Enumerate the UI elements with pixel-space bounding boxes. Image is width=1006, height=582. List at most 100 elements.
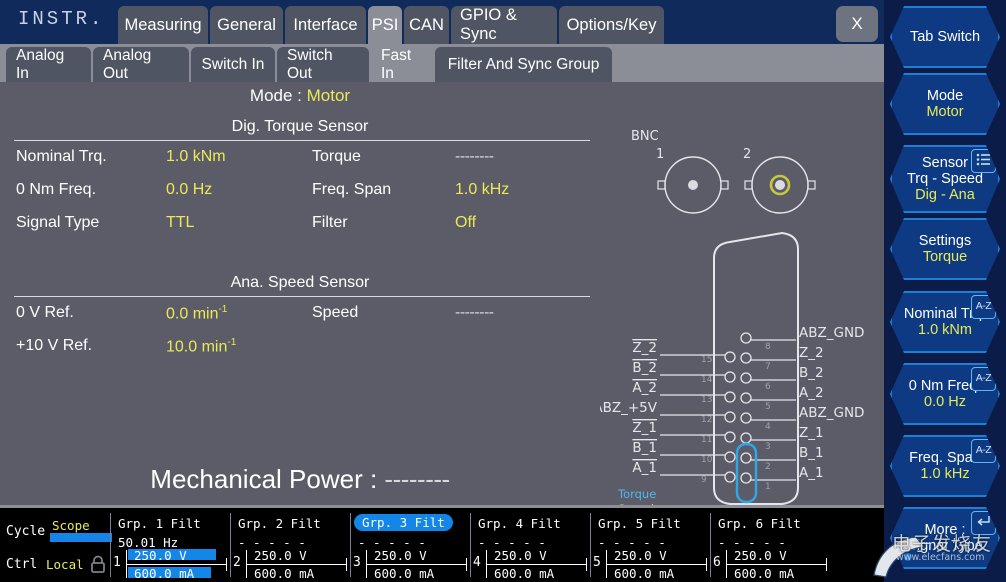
top-tab-bar: INSTR. Measuring General Interface PSI CAN GP… xyxy=(0,0,884,44)
top-tab-options-key[interactable]: Options/Key xyxy=(559,6,664,44)
group-mid-line xyxy=(606,564,706,565)
group-current-1: 600.0 mA xyxy=(134,566,195,581)
speed-row-value[interactable]: 0.0 min-1 xyxy=(166,304,227,323)
lock-icon xyxy=(91,555,105,573)
softkey-settings[interactable]: Settings Torque xyxy=(890,218,1000,280)
top-tab-psi[interactable]: PSI xyxy=(368,6,402,44)
dsub-right-pin-hole-1 xyxy=(740,472,752,484)
cycle-value[interactable]: Scope xyxy=(52,518,90,533)
speed-row-value-number: 10.0 min xyxy=(166,338,228,356)
group-header-2[interactable]: Grp. 2 Filt xyxy=(238,516,321,531)
bnc-port-number-2: 2 xyxy=(743,147,751,162)
mode-value[interactable]: Motor xyxy=(307,86,350,105)
softkey-freq-span[interactable]: Freq. Span 1.0 kHz A-Z xyxy=(890,435,1000,497)
group-current-5: 600.0 mA xyxy=(614,566,675,581)
softkey-title: Tab Switch xyxy=(909,28,981,45)
torque-row-value[interactable]: TTL xyxy=(166,214,194,232)
softkey-value: 1.0 kHz xyxy=(920,466,970,482)
speed-row-value-exponent: -1 xyxy=(227,337,237,348)
application-window: INSTR. Measuring General Interface PSI CAN GP… xyxy=(0,0,1006,582)
speed-row-value-exponent: -1 xyxy=(218,304,228,315)
dsub-right-pin-hole-7 xyxy=(740,352,752,364)
torque-row-label: Nominal Trq. xyxy=(16,148,107,165)
dsub-right-pin-number-5: 5 xyxy=(765,402,771,412)
torque-row-value-2[interactable]: Off xyxy=(455,214,476,232)
speed-row-value-number: 0.0 min xyxy=(166,305,219,323)
torque-row-value[interactable]: 1.0 kNm xyxy=(166,148,226,166)
dsub-left-pin-label-14: B_2 xyxy=(632,360,657,376)
dsub-left-pin-number-11: 11 xyxy=(701,435,712,445)
top-tab-interface[interactable]: Interface xyxy=(285,6,366,44)
sub-tab-switch-out[interactable]: Switch Out xyxy=(277,47,369,82)
dsub-right-pin-hole-3 xyxy=(740,432,752,444)
dsub-right-pin-label-3: Z_1 xyxy=(799,425,824,441)
dsub-left-pin-hole-10 xyxy=(724,451,736,463)
group-header-3[interactable]: Grp. 3 Filt xyxy=(354,514,453,531)
softkey-value: Trq - Speed xyxy=(906,170,984,187)
group-current-6: 600.0 mA xyxy=(734,566,795,581)
group-separator xyxy=(590,513,591,577)
group-number-5: 5 xyxy=(593,555,601,570)
torque-row-label: Signal Type xyxy=(16,214,100,231)
sub-tab-analog-in[interactable]: Analog In xyxy=(6,47,91,82)
top-tab-can[interactable]: CAN xyxy=(404,6,449,44)
sub-tab-fast-in[interactable]: Fast In xyxy=(371,47,433,82)
group-mid-line xyxy=(726,564,826,565)
group-header-6[interactable]: Grp. 6 Filt xyxy=(718,516,801,531)
speed-row-value[interactable]: 10.0 min-1 xyxy=(166,337,236,356)
torque-row-value-2[interactable]: 1.0 kHz xyxy=(455,181,509,199)
enter-key-icon[interactable] xyxy=(971,511,996,535)
top-tab-general[interactable]: General xyxy=(210,6,283,44)
torque-row-label-2: Torque xyxy=(312,148,361,165)
dsub-left-pin-label-12: ABZ_+5V xyxy=(600,400,658,416)
group-header-5[interactable]: Grp. 5 Filt xyxy=(598,516,681,531)
dsub-left-pin-hole-12 xyxy=(724,411,736,423)
softkey-value: Motor xyxy=(926,104,964,120)
group-header-4[interactable]: Grp. 4 Filt xyxy=(478,516,561,531)
dsub-right-pin-hole-5 xyxy=(740,392,752,404)
group-mid-line xyxy=(126,564,226,565)
softkey-0-nm-freq[interactable]: 0 Nm Freq. 0.0 Hz A-Z xyxy=(890,363,1000,425)
alphanumeric-entry-icon[interactable]: A-Z xyxy=(971,367,996,391)
sub-tab-filter-and-sync-group[interactable]: Filter And Sync Group xyxy=(435,47,612,82)
softkey-mode[interactable]: Mode Motor xyxy=(890,73,1000,135)
top-tab-gpio-sync[interactable]: GPIO & Sync xyxy=(451,6,557,44)
group-current-2: 600.0 mA xyxy=(254,566,315,581)
softkey-nominal-trq[interactable]: Nominal Trq. 1.0 kNm A-Z xyxy=(890,291,1000,353)
speed-row-label: 0 V Ref. xyxy=(16,304,74,321)
group-separator xyxy=(230,513,231,577)
cycle-label: Cycle xyxy=(6,524,46,539)
bnc-lug-right-1 xyxy=(720,180,729,190)
softkey-more[interactable]: More : Signal Type xyxy=(890,507,1000,569)
ctrl-value[interactable]: Local xyxy=(46,557,84,572)
softkey-title: Sensor xyxy=(922,154,968,171)
softkey-sensor[interactable]: Sensor Trq - Speed Dig - Ana xyxy=(890,145,1000,213)
sub-tab-switch-in[interactable]: Switch In xyxy=(191,47,275,82)
dsub-left-pin-number-13: 13 xyxy=(701,395,712,405)
alphanumeric-entry-icon[interactable]: A-Z xyxy=(971,439,996,463)
group-number-2: 2 xyxy=(233,555,241,570)
dsub-left-pin-hole-11 xyxy=(724,431,736,443)
group-number-4: 4 xyxy=(473,555,481,570)
dsub-right-pin-number-6: 6 xyxy=(765,382,771,392)
mechanical-power: Mechanical Power : -------- xyxy=(0,464,600,495)
divider-torque xyxy=(14,140,590,141)
close-button[interactable]: X xyxy=(836,6,878,42)
sub-tab-analog-out[interactable]: Analog Out xyxy=(93,47,189,82)
dsub-right-pin-number-1: 1 xyxy=(765,482,771,492)
group-separator xyxy=(710,513,711,577)
bnc-port-pin-2 xyxy=(775,180,785,190)
mode-label: Mode : xyxy=(249,86,302,105)
group-header-1[interactable]: Grp. 1 Filt xyxy=(118,516,201,531)
softkey-value-2: Dig - Ana xyxy=(915,187,975,204)
bnc-lug-left-1 xyxy=(657,180,666,190)
connector-legend-torque: Torque xyxy=(617,487,656,501)
group-separator xyxy=(470,513,471,577)
torque-row-value[interactable]: 0.0 Hz xyxy=(166,181,212,199)
group-voltage-6: 250.0 V xyxy=(734,548,787,563)
dsub-left-pin-hole-15 xyxy=(724,351,736,363)
top-tab-measuring[interactable]: Measuring xyxy=(118,6,208,44)
list-menu-icon[interactable] xyxy=(971,149,996,173)
softkey-tab-switch[interactable]: Tab Switch xyxy=(890,6,1000,68)
alphanumeric-entry-icon[interactable]: A-Z xyxy=(971,295,996,319)
